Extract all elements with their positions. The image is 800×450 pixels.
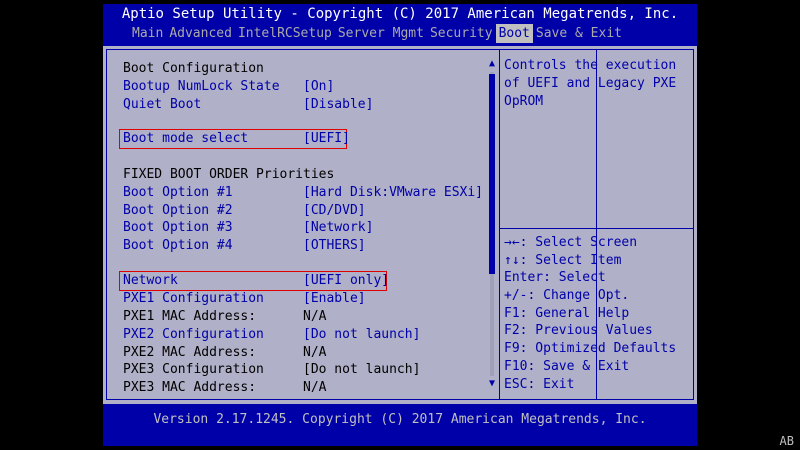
setting-label: PXE3 Configuration	[123, 362, 264, 377]
version-footer: Version 2.17.1245. Copyright (C) 2017 Am…	[153, 412, 647, 427]
setting-value[interactable]: [OTHERS]	[303, 237, 366, 255]
help-text: Controls the execution of UEFI and Legac…	[504, 58, 685, 109]
scroll-up-arrow-icon[interactable]: ▲	[486, 58, 498, 70]
title-bar: Aptio Setup Utility - Copyright (C) 2017…	[121, 6, 679, 22]
setting-label: PXE2 Configuration	[123, 327, 264, 342]
setting-value: N/A	[303, 345, 327, 360]
setting-label: PXE1 MAC Address:	[123, 309, 257, 324]
setting-value[interactable]: [Hard Disk:VMware ESXi]	[303, 184, 483, 202]
content-panel: Boot Configuration Bootup NumLock State …	[103, 46, 697, 404]
scrollbar-thumb[interactable]	[489, 74, 495, 274]
setting-value[interactable]: [UEFI only]	[303, 272, 389, 290]
setting-label: Boot Option #4	[123, 238, 233, 253]
key-change-opt: +/-: Change Opt.	[504, 288, 630, 304]
scroll-down-arrow-icon[interactable]: ▼	[486, 378, 498, 390]
key-select-screen: →←: Select Screen	[504, 235, 638, 250]
key-enter: Enter: Select	[504, 270, 606, 286]
setting-label: PXE2 MAC Address:	[123, 345, 257, 360]
setting-label: Bootup NumLock State	[123, 79, 280, 94]
key-select-item: ↑↓: Select Item	[504, 252, 622, 268]
setting-label: Boot mode select	[123, 131, 249, 146]
setting-value[interactable]: [UEFI]	[303, 130, 350, 148]
setting-label: Boot Option #2	[123, 203, 233, 218]
key-save-exit: F10: Save & Exit	[504, 358, 630, 374]
tab-server-mgmt[interactable]: Server Mgmt	[335, 24, 427, 43]
setting-label: Quiet Boot	[123, 97, 202, 112]
tab-intelrcsetup[interactable]: IntelRCSetup	[235, 24, 335, 43]
key-optimized-defaults: F9: Optimized Defaults	[504, 341, 677, 357]
tab-advanced[interactable]: Advanced	[166, 24, 235, 43]
tab-security[interactable]: Security	[427, 24, 496, 43]
menu-bar: Main Advanced IntelRCSetup Server Mgmt S…	[103, 24, 697, 43]
setting-value[interactable]: [On]	[303, 78, 334, 96]
setting-value[interactable]: [Do not launch]	[303, 326, 420, 344]
key-esc-exit: ESC: Exit	[504, 376, 575, 392]
setting-label: Network	[123, 273, 178, 288]
key-previous-values: F2: Previous Values	[504, 323, 653, 339]
tab-save-exit[interactable]: Save & Exit	[533, 24, 625, 43]
tab-main[interactable]: Main	[129, 24, 166, 43]
key-general-help: F1: General Help	[504, 305, 630, 321]
setting-value[interactable]: [Network]	[303, 219, 373, 237]
setting-label: Boot Option #3	[123, 220, 233, 235]
setting-value: N/A	[303, 380, 327, 395]
setting-value[interactable]: [Disable]	[303, 96, 373, 114]
setting-label: PXE3 MAC Address:	[123, 380, 257, 395]
tab-boot[interactable]: Boot	[495, 24, 533, 43]
corner-badge: AB	[779, 434, 794, 448]
bios-screen: Aptio Setup Utility - Copyright (C) 2017…	[103, 4, 697, 446]
setting-label: PXE1 Configuration	[123, 291, 264, 306]
setting-value[interactable]: [CD/DVD]	[303, 202, 366, 220]
setting-value[interactable]: [Enable]	[303, 290, 366, 308]
help-divider	[500, 228, 693, 229]
key-legend: →←: Select Screen ↑↓: Select Item Enter:…	[504, 234, 694, 393]
setting-value[interactable]: [Do not launch]	[303, 361, 420, 379]
setting-label: Boot Option #1	[123, 185, 233, 200]
setting-value: N/A	[303, 309, 327, 324]
